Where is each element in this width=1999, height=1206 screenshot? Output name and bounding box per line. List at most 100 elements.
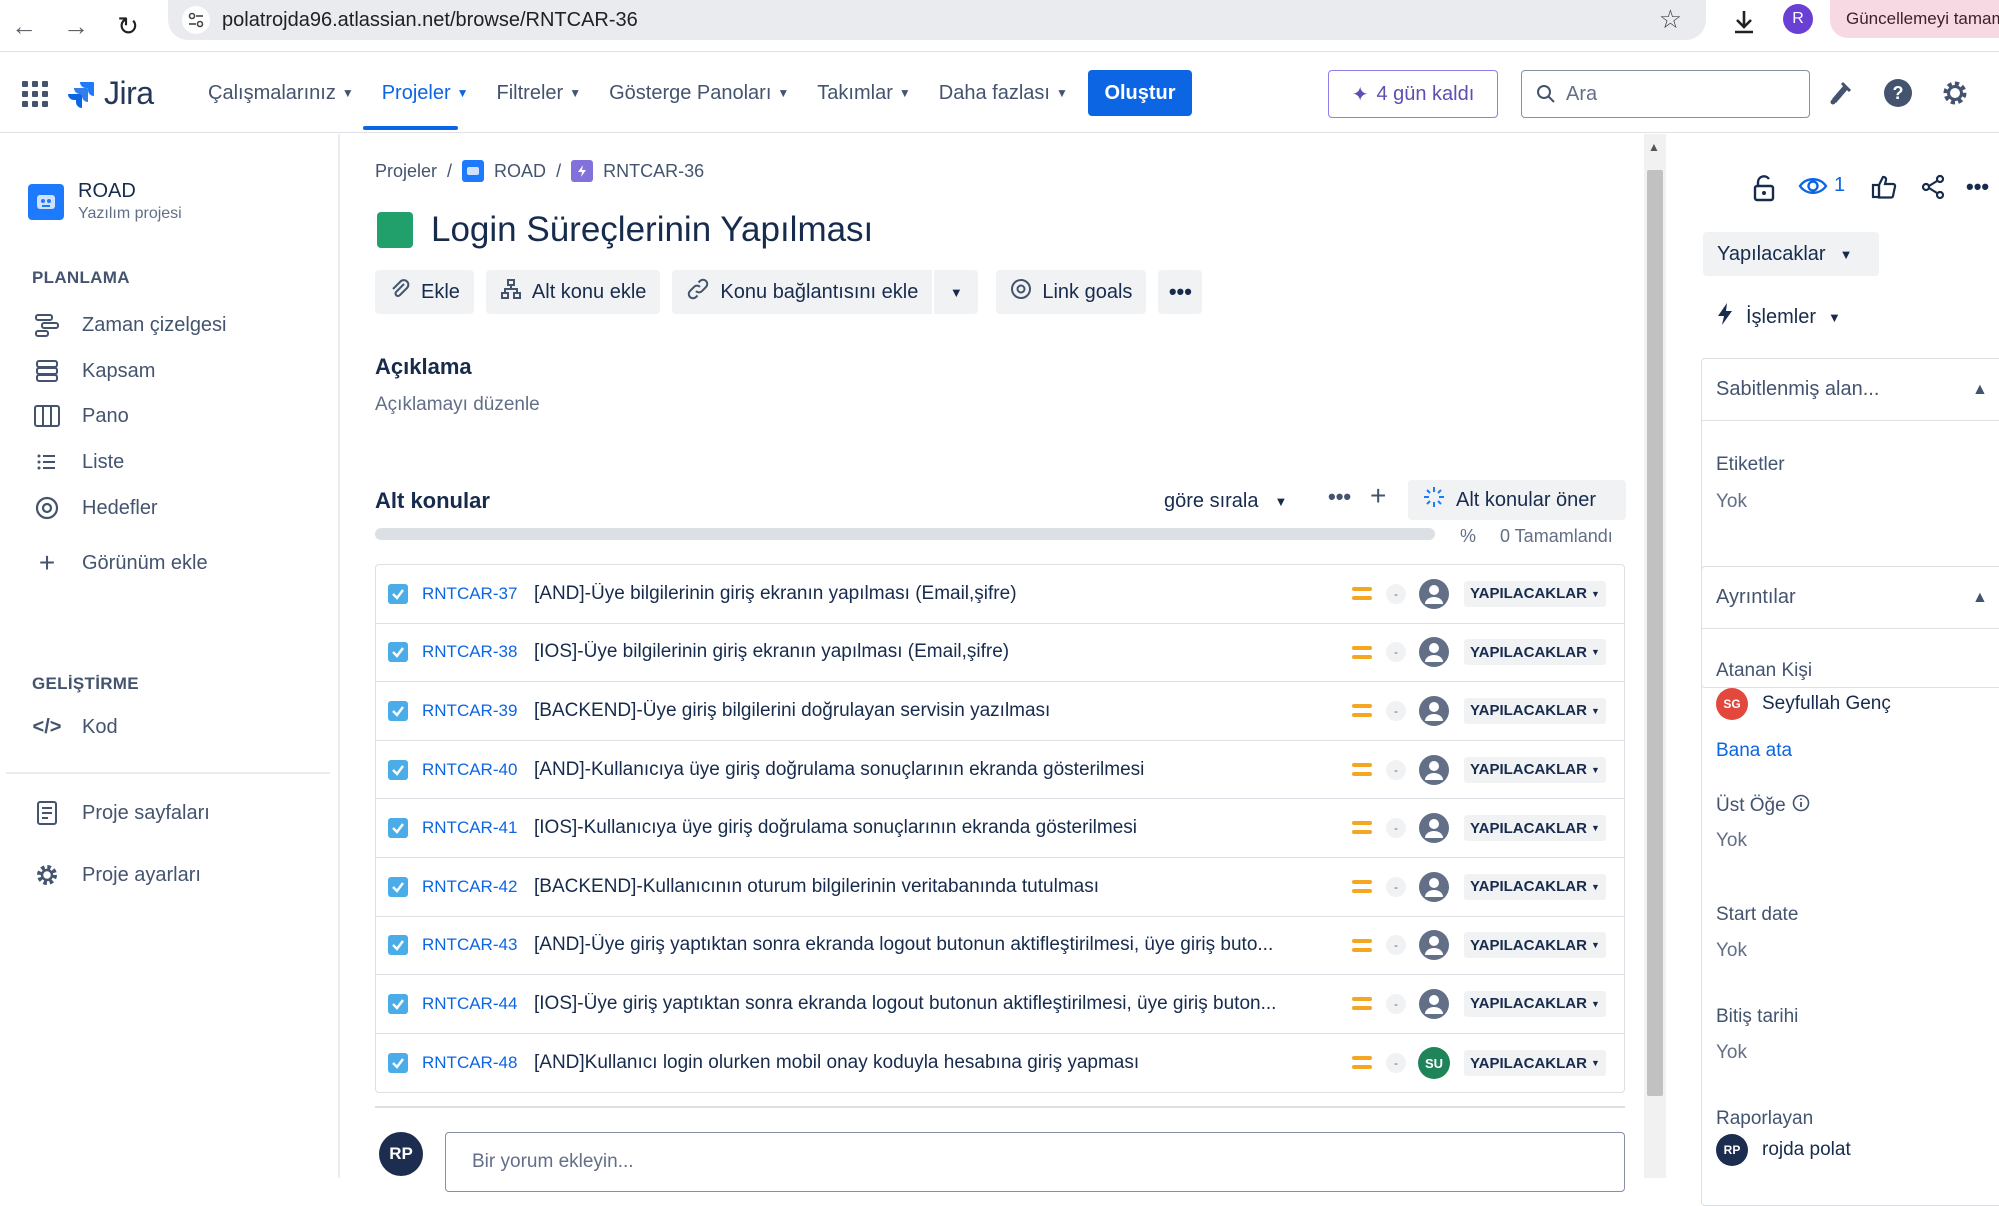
- estimate-placeholder[interactable]: -: [1386, 993, 1406, 1014]
- subtask-key-link[interactable]: RNTCAR-44: [422, 994, 517, 1014]
- unassigned-user-icon[interactable]: [1418, 754, 1450, 786]
- estimate-placeholder[interactable]: -: [1386, 642, 1406, 663]
- subtask-row[interactable]: RNTCAR-48 [AND]Kullanıcı login olurken m…: [376, 1034, 1624, 1093]
- start-date-value[interactable]: Yok: [1716, 940, 1747, 962]
- subtask-row[interactable]: RNTCAR-38 [IOS]-Üye bilgilerinin giriş e…: [376, 624, 1624, 683]
- labels-value[interactable]: Yok: [1716, 491, 1747, 513]
- operations-dropdown[interactable]: İşlemler ▼: [1716, 302, 1841, 332]
- subtask-status-dropdown[interactable]: YAPILACAKLAR ▼: [1464, 697, 1606, 724]
- sidebar-item-goals[interactable]: Hedefler: [32, 493, 158, 523]
- add-subtask-plus-icon[interactable]: +: [1370, 480, 1386, 512]
- url-text[interactable]: polatrojda96.atlassian.net/browse/RNTCAR…: [222, 9, 638, 32]
- address-bar[interactable]: polatrojda96.atlassian.net/browse/RNTCAR…: [168, 0, 1706, 40]
- back-icon[interactable]: ←: [4, 6, 44, 46]
- subtask-status-dropdown[interactable]: YAPILACAKLAR ▼: [1464, 815, 1606, 842]
- attach-button[interactable]: Ekle: [375, 270, 474, 314]
- unassigned-user-icon[interactable]: [1418, 695, 1450, 727]
- subtask-status-dropdown[interactable]: YAPILACAKLAR ▼: [1464, 873, 1606, 900]
- due-date-value[interactable]: Yok: [1716, 1042, 1747, 1064]
- issue-type-icon[interactable]: [377, 212, 413, 248]
- estimate-placeholder[interactable]: -: [1386, 700, 1406, 721]
- subtask-key-link[interactable]: RNTCAR-39: [422, 701, 517, 721]
- share-icon[interactable]: [1920, 174, 1946, 200]
- subtask-row[interactable]: RNTCAR-37 [AND]-Üye bilgilerinin giriş e…: [376, 565, 1624, 624]
- issue-title[interactable]: Login Süreçlerinin Yapılması: [431, 210, 873, 250]
- nav-more[interactable]: Daha fazlası ▼: [925, 53, 1082, 133]
- assign-to-me-link[interactable]: Bana ata: [1716, 740, 1792, 762]
- project-header[interactable]: ROAD Yazılım projesi: [28, 180, 182, 223]
- nav-your-work[interactable]: Çalışmalarınız ▼: [194, 53, 368, 133]
- subtask-row[interactable]: RNTCAR-44 [IOS]-Üye giriş yaptıktan sonr…: [376, 975, 1624, 1034]
- bookmark-star-icon[interactable]: ☆: [1659, 4, 1682, 35]
- breadcrumb-projects[interactable]: Projeler: [375, 161, 437, 182]
- subtask-key-link[interactable]: RNTCAR-48: [422, 1053, 517, 1073]
- subtask-summary[interactable]: [AND]-Üye bilgilerinin giriş ekranın yap…: [534, 583, 1334, 605]
- help-icon[interactable]: ?: [1880, 75, 1916, 111]
- subtask-summary[interactable]: [BACKEND]-Kullanıcının oturum bilgilerin…: [534, 876, 1334, 898]
- add-subtask-button[interactable]: Alt konu ekle: [485, 270, 661, 314]
- sidebar-item-list[interactable]: Liste: [32, 447, 124, 477]
- add-view-button[interactable]: + Görünüm ekle: [32, 547, 208, 578]
- subtask-summary[interactable]: [IOS]-Kullanıcıya üye giriş doğrulama so…: [534, 817, 1334, 839]
- subtask-status-dropdown[interactable]: YAPILACAKLAR ▼: [1464, 932, 1606, 959]
- link-issue-button[interactable]: Konu bağlantısını ekle: [672, 270, 935, 314]
- app-switcher-icon[interactable]: [22, 81, 48, 107]
- breadcrumb-issue-key[interactable]: RNTCAR-36: [603, 161, 704, 182]
- unassigned-user-icon[interactable]: [1418, 812, 1450, 844]
- download-icon[interactable]: [1726, 4, 1762, 40]
- sidebar-item-project-settings[interactable]: Proje ayarları: [32, 860, 201, 890]
- subtask-status-dropdown[interactable]: YAPILACAKLAR ▼: [1464, 990, 1606, 1017]
- nav-projects[interactable]: Projeler ▼: [368, 53, 483, 133]
- subtask-summary[interactable]: [IOS]-Üye bilgilerinin giriş ekranın yap…: [534, 641, 1334, 663]
- subtask-status-dropdown[interactable]: YAPILACAKLAR ▼: [1464, 1050, 1606, 1077]
- nav-teams[interactable]: Takımlar ▼: [803, 53, 924, 133]
- site-settings-icon[interactable]: [182, 6, 210, 34]
- forward-icon[interactable]: →: [56, 6, 96, 46]
- scroll-up-icon[interactable]: ▲: [1648, 140, 1660, 154]
- unassigned-user-icon[interactable]: [1418, 636, 1450, 668]
- suggest-subtasks-button[interactable]: Alt konular öner: [1408, 480, 1626, 520]
- subtask-summary[interactable]: [BACKEND]-Üye giriş bilgilerini doğrulay…: [534, 700, 1334, 722]
- assignee-field[interactable]: SG Seyfullah Genç: [1716, 688, 1891, 720]
- subtask-key-link[interactable]: RNTCAR-43: [422, 935, 517, 955]
- create-button[interactable]: Oluştur: [1088, 70, 1192, 116]
- subtask-row[interactable]: RNTCAR-39 [BACKEND]-Üye giriş bilgilerin…: [376, 682, 1624, 741]
- assignee-avatar[interactable]: SU: [1418, 1047, 1450, 1080]
- estimate-placeholder[interactable]: -: [1386, 759, 1406, 780]
- settings-gear-icon[interactable]: [1937, 75, 1973, 111]
- subtask-key-link[interactable]: RNTCAR-40: [422, 760, 517, 780]
- more-icon[interactable]: •••: [1966, 174, 1989, 200]
- unassigned-user-icon[interactable]: [1418, 871, 1450, 903]
- subtask-key-link[interactable]: RNTCAR-37: [422, 584, 517, 604]
- subtask-summary[interactable]: [IOS]-Üye giriş yaptıktan sonra ekranda …: [534, 993, 1334, 1015]
- subtask-status-dropdown[interactable]: YAPILACAKLAR ▼: [1464, 639, 1606, 666]
- subtask-row[interactable]: RNTCAR-42 [BACKEND]-Kullanıcının oturum …: [376, 858, 1624, 917]
- subtask-summary[interactable]: [AND]-Kullanıcıya üye giriş doğrulama so…: [534, 759, 1334, 781]
- browser-update-button[interactable]: Güncellemeyi tamamla: [1830, 0, 1999, 38]
- lock-icon[interactable]: [1752, 174, 1776, 202]
- status-dropdown[interactable]: Yapılacaklar ▼: [1703, 232, 1879, 276]
- watch-button[interactable]: 1: [1798, 174, 1845, 197]
- nav-filters[interactable]: Filtreler ▼: [483, 53, 596, 133]
- subtask-summary[interactable]: [AND]-Üye giriş yaptıktan sonra ekranda …: [534, 934, 1334, 956]
- subtasks-more-icon[interactable]: •••: [1328, 484, 1351, 510]
- sidebar-item-board[interactable]: Pano: [32, 401, 129, 431]
- estimate-placeholder[interactable]: -: [1386, 583, 1406, 604]
- estimate-placeholder[interactable]: -: [1386, 818, 1406, 839]
- sidebar-item-project-pages[interactable]: Proje sayfaları: [32, 798, 210, 828]
- scrollbar-thumb[interactable]: [1647, 170, 1663, 1096]
- browser-profile-avatar[interactable]: R: [1783, 4, 1813, 34]
- subtask-key-link[interactable]: RNTCAR-42: [422, 877, 517, 897]
- unassigned-user-icon[interactable]: [1418, 578, 1450, 610]
- subtask-status-dropdown[interactable]: YAPILACAKLAR ▼: [1464, 580, 1606, 607]
- info-icon[interactable]: [1792, 794, 1810, 818]
- sidebar-item-backlog[interactable]: Kapsam: [32, 356, 155, 386]
- link-issue-dropdown[interactable]: ▼: [934, 270, 979, 314]
- comment-input[interactable]: Bir yorum ekleyin...: [445, 1132, 1625, 1192]
- details-header[interactable]: Ayrıntılar ▲: [1702, 567, 1999, 629]
- sidebar-item-timeline[interactable]: Zaman çizelgesi: [32, 310, 227, 340]
- parent-value[interactable]: Yok: [1716, 830, 1747, 852]
- trial-button[interactable]: ✦ 4 gün kaldı: [1328, 70, 1498, 118]
- search-input[interactable]: Ara: [1521, 70, 1810, 118]
- estimate-placeholder[interactable]: -: [1386, 935, 1406, 956]
